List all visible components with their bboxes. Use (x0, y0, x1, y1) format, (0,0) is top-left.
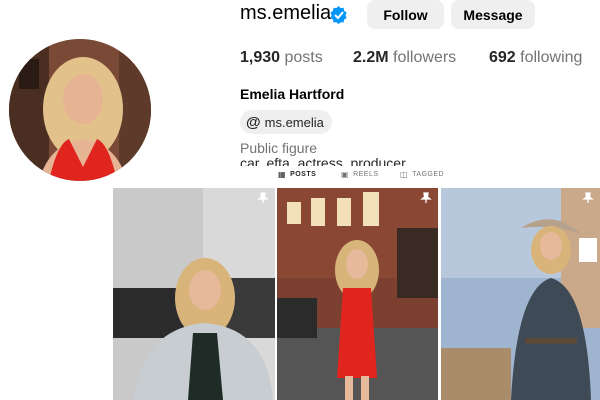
threads-link[interactable]: @ ms.emelia (240, 110, 332, 134)
post-thumbnail[interactable] (113, 188, 275, 400)
profile-tabs: ▦ POSTS ▣ REELS ◫ TAGGED (0, 170, 600, 184)
grid-icon: ▦ (278, 170, 287, 179)
bio-text: car, efta, actress, producer (240, 156, 406, 166)
tab-reels[interactable]: ▣ REELS (341, 170, 379, 179)
tab-tagged-label: TAGGED (412, 171, 445, 178)
posts-count-label: posts (284, 49, 323, 66)
tab-reels-label: REELS (353, 171, 379, 178)
followers-count[interactable]: 2.2M followers (353, 49, 456, 67)
pinned-icon (582, 192, 594, 203)
followers-count-label: followers (393, 49, 457, 66)
follow-button[interactable]: Follow (367, 0, 444, 29)
pinned-icon (257, 192, 269, 203)
post-thumbnail[interactable] (277, 188, 438, 400)
full-name: Emelia Hartford (240, 86, 345, 102)
tab-posts[interactable]: ▦ POSTS (278, 170, 316, 179)
verified-badge-icon (330, 6, 347, 24)
reels-icon: ▣ (341, 170, 350, 179)
threads-handle: ms.emelia (264, 114, 324, 130)
message-button[interactable]: Message (451, 0, 535, 29)
posts-count-value: 1,930 (240, 49, 281, 66)
tab-tagged[interactable]: ◫ TAGGED (400, 170, 444, 179)
following-count-label: following (520, 49, 583, 66)
pinned-icon (420, 192, 432, 203)
profile-category: Public figure (240, 140, 318, 156)
followers-count-value: 2.2M (353, 49, 389, 66)
tab-posts-label: POSTS (290, 171, 317, 178)
profile-avatar[interactable] (9, 39, 151, 181)
following-count-value: 692 (489, 49, 516, 66)
threads-icon: @ (246, 113, 261, 131)
post-thumbnail[interactable] (441, 188, 600, 400)
username: ms.emelia (240, 2, 332, 24)
posts-count: 1,930 posts (240, 49, 323, 67)
tagged-icon: ◫ (400, 170, 409, 179)
following-count[interactable]: 692 following (489, 49, 582, 67)
